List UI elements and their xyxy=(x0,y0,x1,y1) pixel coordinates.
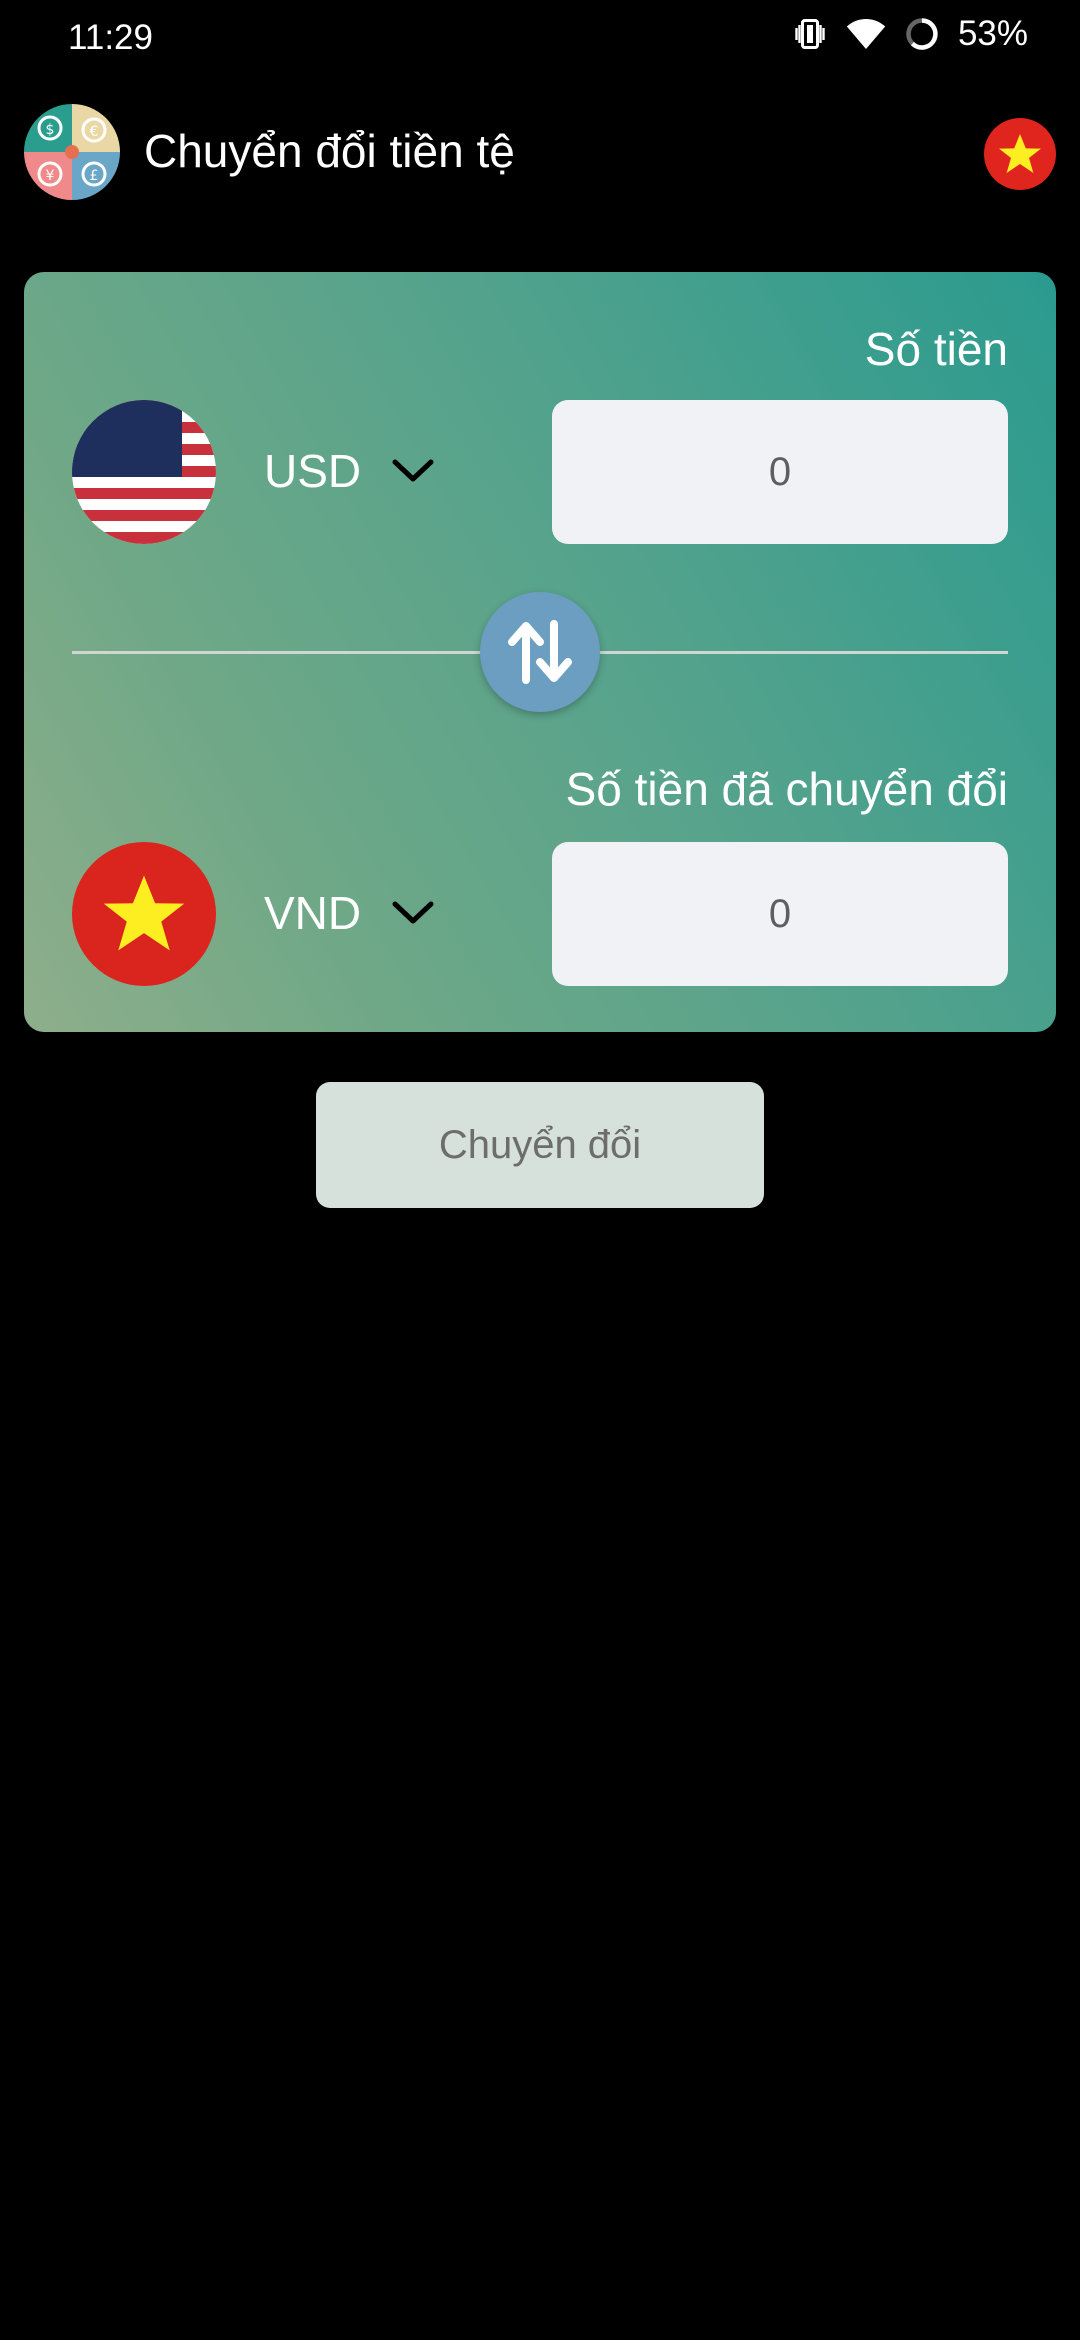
battery-percent: 53% xyxy=(957,14,1028,53)
converted-amount-label: Số tiền đã chuyển đổi xyxy=(565,763,1008,815)
app-bar: $ € ¥ £ Chuyển đổi tiền tệ xyxy=(0,96,1080,206)
svg-text:£: £ xyxy=(90,168,99,184)
battery-icon xyxy=(904,16,940,52)
to-currency-code: VND xyxy=(264,887,362,939)
status-bar: 11:29 53% xyxy=(0,0,1080,80)
wifi-icon xyxy=(846,16,886,52)
converter-card: Số tiền USD 0 Số tiền đã chuyển đổi VND … xyxy=(24,272,1056,1032)
amount-input[interactable]: 0 xyxy=(552,400,1008,544)
vietnam-flag-icon xyxy=(72,842,216,986)
convert-button[interactable]: Chuyển đổi xyxy=(316,1082,764,1208)
status-time: 11:29 xyxy=(68,18,153,57)
swap-vertical-icon xyxy=(508,620,572,684)
language-flag-button[interactable] xyxy=(984,118,1056,190)
usa-flag-icon xyxy=(72,400,216,544)
from-currency-code: USD xyxy=(264,445,362,497)
converted-amount-field: 0 xyxy=(552,842,1008,986)
svg-text:$: $ xyxy=(46,122,55,138)
currency-logo-icon: $ € ¥ £ xyxy=(24,104,120,200)
svg-text:¥: ¥ xyxy=(46,168,55,184)
chevron-down-icon xyxy=(392,901,434,924)
from-currency-select[interactable]: USD xyxy=(264,444,435,498)
vibrate-icon xyxy=(792,16,828,52)
status-icons: 53% xyxy=(792,14,1028,54)
chevron-down-icon xyxy=(392,459,434,482)
to-currency-select[interactable]: VND xyxy=(264,886,435,940)
vietnam-flag-icon xyxy=(999,134,1041,173)
page-title: Chuyển đổi tiền tệ xyxy=(144,125,515,177)
swap-currencies-button[interactable] xyxy=(480,592,600,712)
svg-text:€: € xyxy=(90,124,99,140)
amount-label: Số tiền xyxy=(864,323,1008,375)
